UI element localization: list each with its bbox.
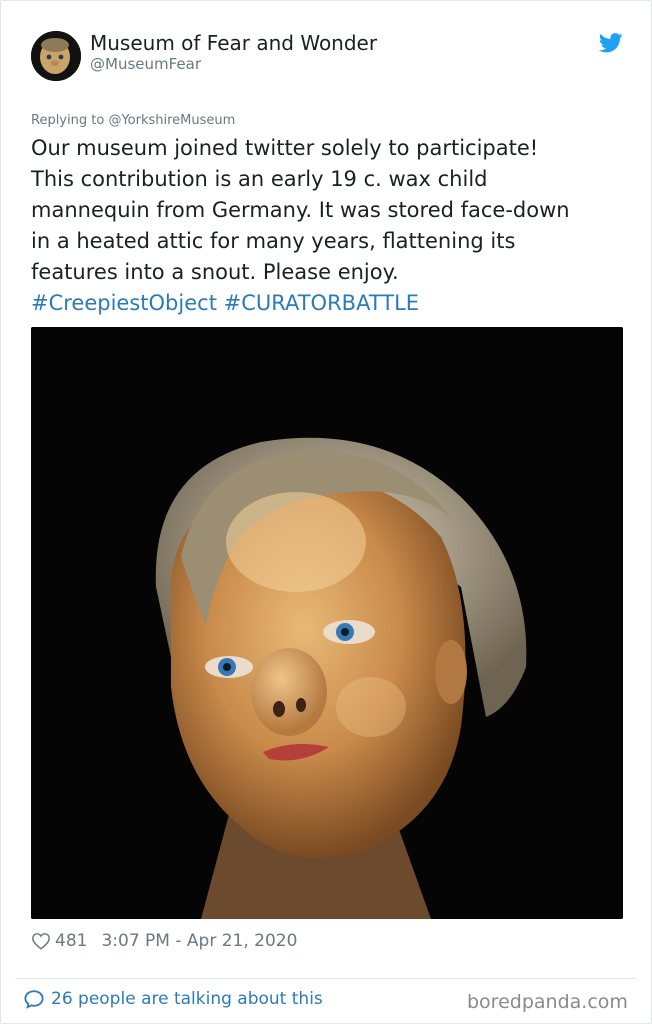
- conversation-link[interactable]: 26 people are talking about this: [23, 989, 323, 1009]
- tweet-line: This contribution is an early 19 c. wax …: [31, 167, 488, 191]
- hashtag-creepiest-object[interactable]: #CreepiestObject: [31, 291, 217, 315]
- wax-mannequin-photo: [31, 327, 623, 919]
- tweet-footer: 481 3:07 PM - Apr 21, 2020: [31, 931, 297, 951]
- heart-icon[interactable]: [31, 932, 51, 950]
- tweet-text: Our museum joined twitter solely to part…: [31, 133, 631, 319]
- tweet-line: Our museum joined twitter solely to part…: [31, 136, 539, 160]
- tweet-timestamp[interactable]: 3:07 PM - Apr 21, 2020: [101, 931, 297, 951]
- twitter-bird-icon[interactable]: [598, 33, 623, 53]
- speech-bubble-icon: [24, 990, 44, 1009]
- tweet-card: Museum of Fear and Wonder @MuseumFear Re…: [0, 0, 652, 1024]
- avatar[interactable]: [31, 31, 81, 81]
- replying-to-link[interactable]: @YorkshireMuseum: [108, 113, 235, 128]
- boredpanda-watermark: boredpanda.com: [467, 991, 628, 1013]
- hashtag-line: #CreepiestObject #CURATORBATTLE: [31, 288, 631, 319]
- like-count[interactable]: 481: [55, 931, 87, 951]
- replying-prefix: Replying to: [31, 113, 109, 128]
- avatar-image: [31, 31, 81, 81]
- divider: [15, 978, 637, 979]
- tweet-line: mannequin from Germany. It was stored fa…: [31, 198, 570, 222]
- conversation-label: 26 people are talking about this: [51, 989, 323, 1009]
- tweet-line: features into a snout. Please enjoy.: [31, 260, 399, 284]
- display-name[interactable]: Museum of Fear and Wonder: [90, 31, 377, 55]
- tweet-line: in a heated attic for many years, flatte…: [31, 229, 516, 253]
- tweet-media-photo[interactable]: [31, 327, 623, 919]
- hashtag-curatorbattle[interactable]: #CURATORBATTLE: [224, 291, 419, 315]
- user-handle[interactable]: @MuseumFear: [90, 55, 201, 73]
- replying-to: Replying to @YorkshireMuseum: [31, 113, 235, 128]
